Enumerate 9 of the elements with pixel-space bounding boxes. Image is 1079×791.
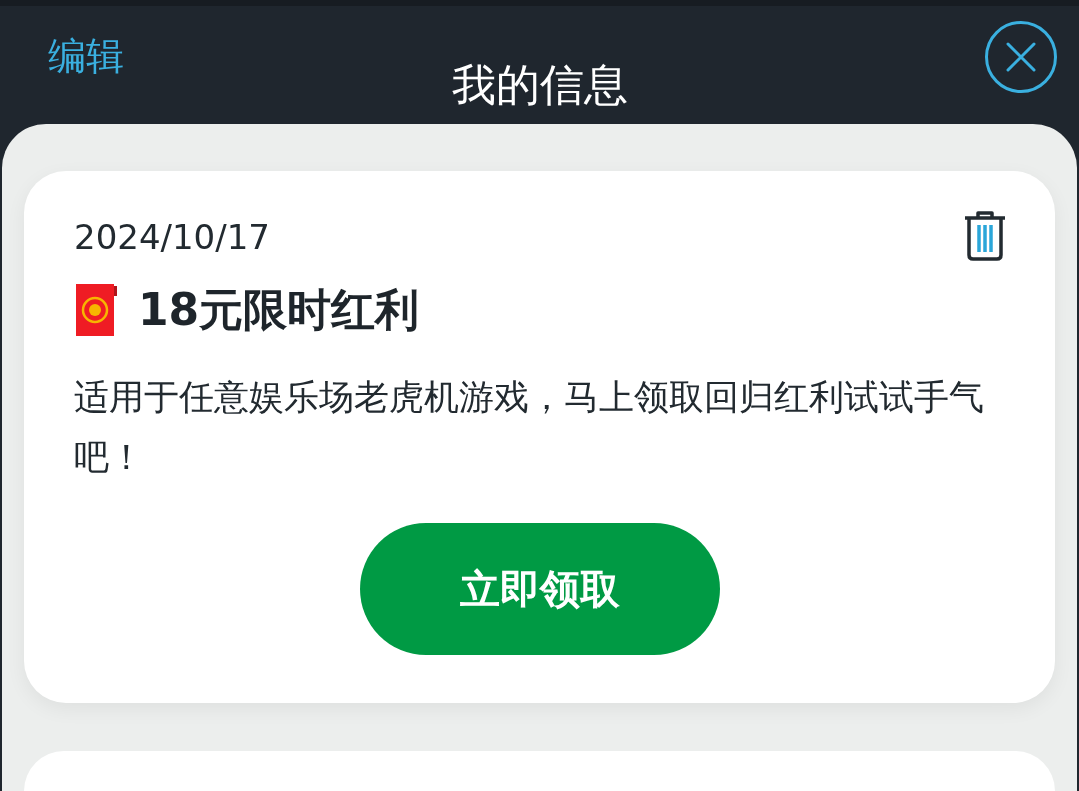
message-date: 2024/10/17 bbox=[74, 216, 270, 259]
close-icon bbox=[1006, 41, 1036, 72]
claim-button[interactable]: 立即领取 bbox=[359, 523, 720, 655]
envelope-icon bbox=[74, 284, 118, 336]
edit-button[interactable]: 编辑 bbox=[48, 28, 124, 86]
close-button[interactable] bbox=[985, 20, 1057, 93]
message-title: 18元限时红利 bbox=[138, 283, 420, 337]
message-body: 适用于任意娱乐场老虎机游戏，马上领取回归红利试试手气吧！ bbox=[74, 376, 985, 479]
page-title: 我的信息 bbox=[451, 57, 628, 112]
